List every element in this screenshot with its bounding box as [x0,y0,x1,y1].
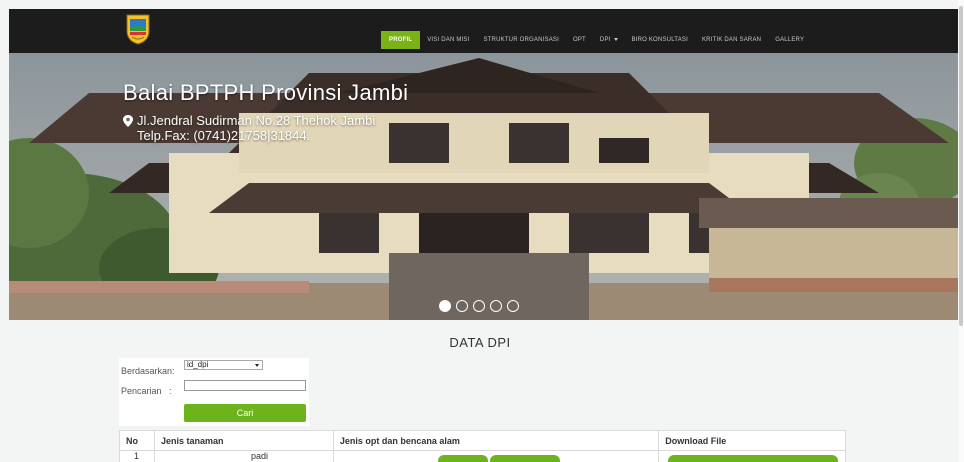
search-submit-button[interactable]: Cari [184,404,306,422]
search-form: Berdasarkan: id_dpi Pencarian : Cari [119,358,309,426]
carousel-indicator[interactable] [507,300,519,312]
dropdown-arrow-icon [255,363,259,367]
carousel-indicator[interactable] [490,300,502,312]
navbar: PROFIL VISI DAN MISI STRUKTUR ORGANISASI… [9,9,958,53]
download-button[interactable] [668,455,838,462]
column-header-download-file: Download File [658,430,846,451]
carousel-indicator[interactable] [473,300,485,312]
opt-button[interactable] [438,455,488,462]
hero-address: Jl.Jendral Sudirman No.28 Thehok Jambi [123,113,375,128]
nav-item-biro-konsultasi[interactable]: BIRO KONSULTASI [625,31,695,49]
nav-item-kritik-dan-saran[interactable]: KRITIK DAN SARAN [695,31,768,49]
search-label: Pencarian : [121,386,172,396]
caret-down-icon [613,37,618,41]
map-pin-icon [123,114,133,127]
province-emblem-logo[interactable] [124,13,152,45]
carousel-indicator[interactable] [439,300,451,312]
nav-item-struktur-organisasi[interactable]: STRUKTUR ORGANISASI [476,31,565,49]
column-header-jenis-opt: Jenis opt dan bencana alam [332,430,660,451]
search-input[interactable] [184,380,306,391]
nav-item-visi-dan-misi[interactable]: VISI DAN MISI [420,31,476,49]
vertical-scrollbar[interactable] [958,0,964,462]
cell-no: 1 [119,450,155,462]
carousel-indicator[interactable] [456,300,468,312]
opt-button[interactable] [490,455,560,462]
filter-select-value: id_dpi [187,360,209,369]
nav-item-gallery[interactable]: GALLERY [768,31,811,49]
filter-label: Berdasarkan: [121,366,175,376]
cell-jenis-tanaman: padi [153,450,334,462]
hero-phone: Telp.Fax: (0741)21758|31844. [137,128,311,143]
hero-title: Balai BPTPH Provinsi Jambi [123,80,409,105]
filter-select[interactable]: id_dpi [184,360,263,370]
hero-carousel[interactable]: Balai BPTPH Provinsi Jambi Jl.Jendral Su… [9,53,958,320]
scrollbar-thumb[interactable] [959,6,963,326]
hero-address-text: Jl.Jendral Sudirman No.28 Thehok Jambi [137,113,376,128]
column-header-jenis-tanaman: Jenis tanaman [153,430,334,451]
nav-item-profil[interactable]: PROFIL [381,31,421,49]
page: PROFIL VISI DAN MISI STRUKTUR ORGANISASI… [0,0,958,462]
nav-item-dpi-label: DPI [599,37,611,43]
nav-item-opt[interactable]: OPT [566,31,593,49]
table-header-row: No Jenis tanaman Jenis opt dan bencana a… [119,430,846,451]
nav-item-dpi[interactable]: DPI [593,31,625,49]
main-nav: PROFIL VISI DAN MISI STRUKTUR ORGANISASI… [381,31,811,49]
carousel-indicators [439,300,519,312]
column-header-no: No [119,430,155,451]
section-title: DATA DPI [449,335,511,350]
